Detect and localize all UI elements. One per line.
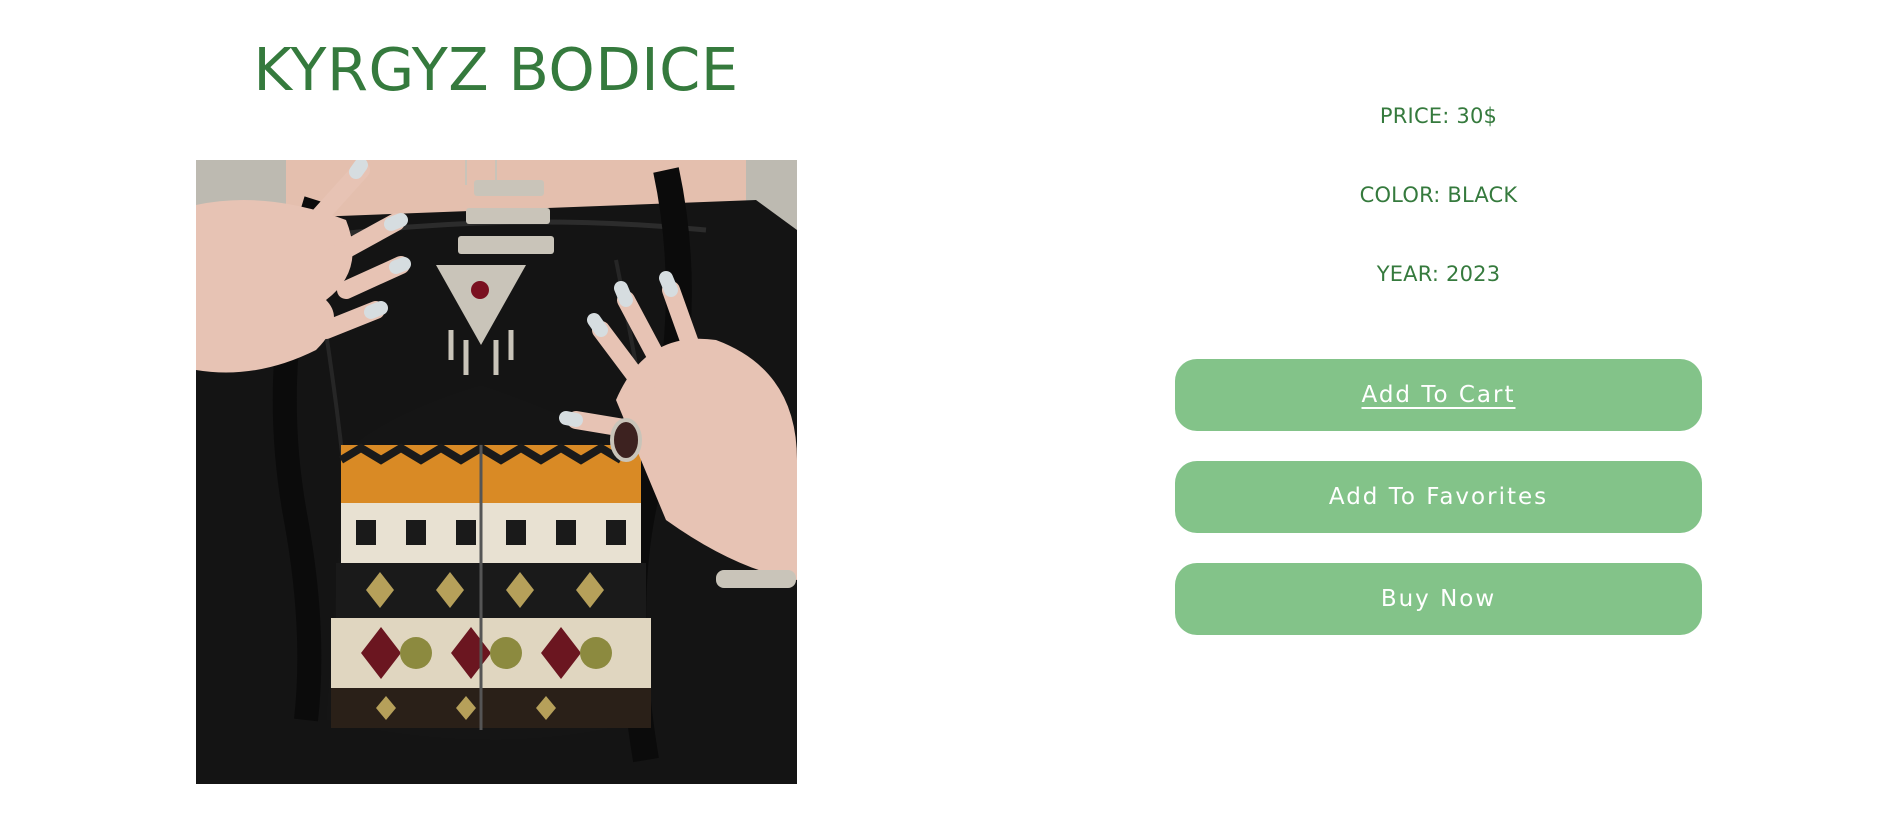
buy-now-button[interactable]: Buy Now (1175, 563, 1702, 635)
price-text: PRICE: 30$ (1379, 104, 1498, 128)
year-text: YEAR: 2023 (1376, 262, 1501, 286)
color-text: COLOR: BLACK (1359, 183, 1518, 207)
bracelet (716, 570, 796, 588)
product-image (196, 160, 797, 784)
product-details: PRICE: 30$ COLOR: BLACK YEAR: 2023 (1175, 104, 1702, 341)
buy-now-label: Buy Now (1380, 586, 1497, 612)
page-title: KYRGYZ BODICE (253, 35, 739, 104)
product-photo (196, 160, 797, 784)
add-to-cart-button[interactable]: Add To Cart (1175, 359, 1702, 431)
embroidered-corset (326, 385, 651, 740)
add-to-favorites-button[interactable]: Add To Favorites (1175, 461, 1702, 533)
add-to-favorites-label: Add To Favorites (1328, 484, 1549, 510)
product-page: KYRGYZ BODICE PRICE: 30$ COLOR: BLACK YE… (0, 0, 1892, 822)
add-to-cart-label: Add To Cart (1361, 382, 1516, 408)
